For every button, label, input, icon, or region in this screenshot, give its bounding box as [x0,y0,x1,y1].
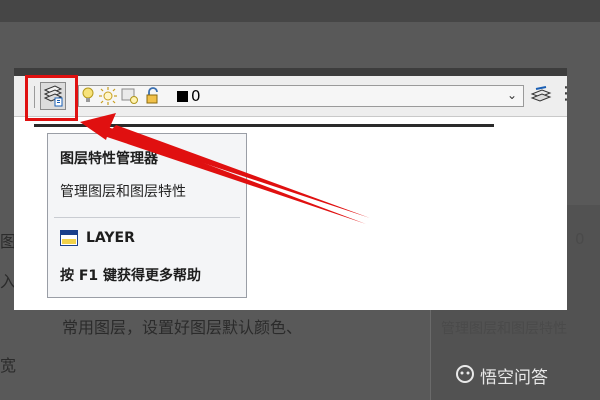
make-current-layer-icon[interactable] [530,85,552,107]
top-bar [0,0,600,22]
background-text-fragment: 常用图层，设置好图层默认颜色、 [62,318,303,337]
layer-dropdown[interactable]: 0 ⌄ [78,85,524,107]
background-panel-text: 管理图层和图层特性 [441,321,567,337]
background-panel-zero: 0 [575,230,585,248]
tooltip-help: 按 F1 键获得更多帮助 [60,268,202,284]
layers-toolbar: 0 ⌄ ⋮ [14,76,567,117]
unlock-icon[interactable] [145,87,161,105]
layer-color-swatch [177,91,188,102]
layer-name: 0 [191,87,201,105]
highlight-box [25,75,78,121]
ribbon-strip [14,68,567,76]
chevron-down-icon[interactable]: ⌄ [507,88,517,102]
tooltip-divider [54,217,240,218]
command-line-icon [60,230,78,246]
tooltip-command: LAYER [86,230,135,246]
watermark-logo [456,365,474,383]
tooltip-description: 管理图层和图层特性 [60,184,186,200]
toolbar-underline [34,124,494,127]
background-text-fragment: 宽 [0,356,17,375]
watermark-text: 悟空问答 [480,368,548,388]
lightbulb-icon[interactable] [81,87,95,105]
viewport-freeze-icon[interactable] [121,87,139,105]
layer-tool-icon[interactable]: ⋮ [557,83,567,104]
tooltip: 图层特性管理器 管理图层和图层特性 LAYER 按 F1 键获得更多帮助 [47,133,247,298]
tooltip-title: 图层特性管理器 [60,151,158,167]
sun-icon[interactable] [99,87,117,105]
